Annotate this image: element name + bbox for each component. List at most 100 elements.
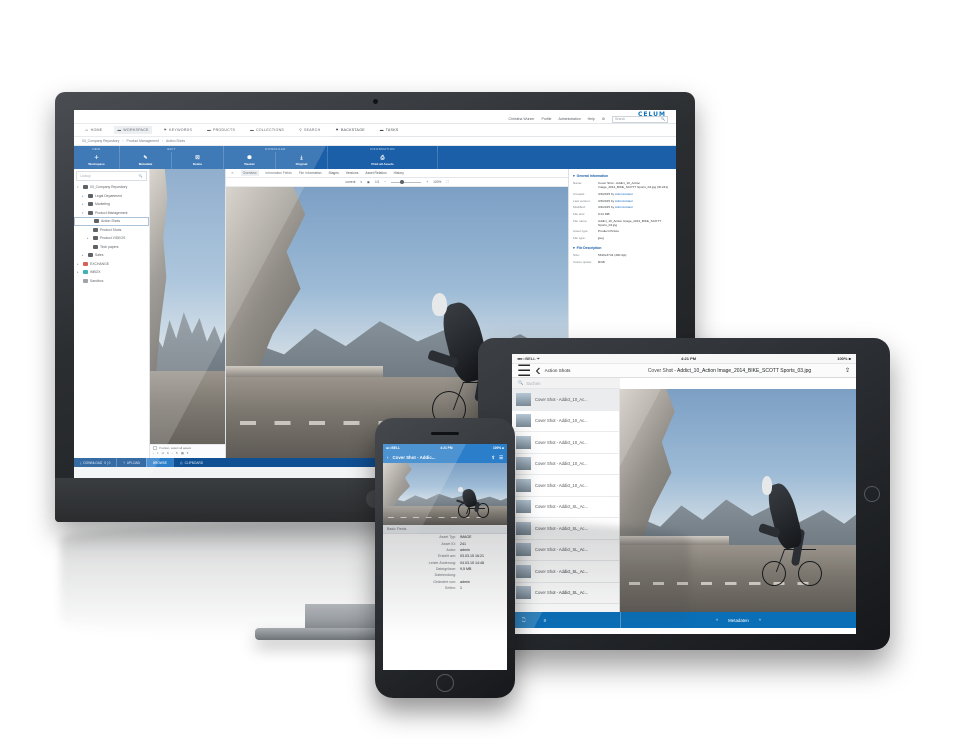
chevron-up-icon[interactable]: ^ xyxy=(716,618,718,623)
ipad-list-item[interactable]: Cover Shot - Addict_SL_Ac... xyxy=(512,497,619,518)
chevron-left-icon[interactable]: ‹ xyxy=(387,455,388,460)
sort-chevron-icon[interactable]: ▾ xyxy=(187,451,188,455)
iphone-preview-image[interactable] xyxy=(383,463,507,525)
help-menu[interactable]: Help xyxy=(588,117,595,121)
tree-node-03-company-repository[interactable]: ▾ 03_Company Repository xyxy=(74,183,149,192)
zoom-out-button[interactable]: − xyxy=(384,180,386,184)
nav-item-search[interactable]: ⚲ SEARCH xyxy=(296,126,323,134)
statusbar-clipboard[interactable]: ⎙ CLIPBOARD xyxy=(173,458,209,467)
ipad-list-item[interactable]: Cover Shot - Addict_10_Ac... xyxy=(512,475,619,497)
tree-node-product-management[interactable]: ▾ Product Management xyxy=(74,209,149,218)
statusbar-browse[interactable]: BROWSE xyxy=(145,458,174,467)
preview-tabs[interactable]: ✕ Overview Information Fields File Informat… xyxy=(226,169,568,178)
breadcrumb[interactable]: 03_Company Repository › Product Management… xyxy=(74,137,676,146)
nav-item-products[interactable]: ▬ PRODUCTS xyxy=(204,126,238,134)
refresh-icon[interactable]: ↻ xyxy=(176,451,178,455)
ribbon-button-workspace[interactable]: ＋ Workspace xyxy=(74,152,120,169)
twisty-icon[interactable]: ▸ xyxy=(82,253,86,257)
tree-node-product-shots[interactable]: Product Shots xyxy=(74,226,149,235)
grid-view-icon[interactable]: ▦ xyxy=(181,451,184,455)
desktop-main-nav[interactable]: ▭ HOME ▬ WORKSPACE ⚑ KEYWORDS ▬ PRODUCTS ▬ COLLEC… xyxy=(74,124,676,137)
close-icon[interactable]: ✕ xyxy=(231,171,234,175)
ribbon-buttons[interactable]: ＋ Workspace ✎ Metadata ☒ Delete ⛃ Basket ⤓ Origin… xyxy=(74,152,676,169)
tree-node-inbox[interactable]: ▸ INBOX xyxy=(74,268,149,277)
twisty-icon[interactable]: ▾ xyxy=(82,211,86,215)
metadata-user-link[interactable]: Administrator xyxy=(615,199,633,203)
tree-node-product-videos[interactable]: ▸ Product VIDEOS xyxy=(74,234,149,243)
asset-thumbnail[interactable] xyxy=(150,169,225,458)
nav-item-backstage[interactable]: ⚑ BACKSTAGE xyxy=(332,126,367,134)
ribbon-button-metadata[interactable]: ✎ Metadata xyxy=(120,152,172,169)
tree-node-tech-papers[interactable]: Tech papers xyxy=(74,243,149,252)
twisty-icon[interactable]: ▸ xyxy=(87,236,91,240)
ribbon-button-delete[interactable]: ☒ Delete xyxy=(172,152,224,169)
profile-menu[interactable]: Profile xyxy=(542,117,552,121)
list-icon[interactable]: ☰ xyxy=(517,361,531,381)
twisty-icon[interactable]: ▸ xyxy=(77,262,81,266)
general-information-heading[interactable]: ▾ General Information xyxy=(573,174,672,178)
tree-node-legal-department[interactable]: ▸ Legal Department xyxy=(74,192,149,201)
breadcrumb-item[interactable]: Action Shots xyxy=(166,139,185,143)
metadata-label[interactable]: Metadaten xyxy=(728,618,749,623)
tree-node-action-shots[interactable]: Action Shots xyxy=(74,217,149,226)
tree-node-exchange[interactable]: ▸ EXCHANGE xyxy=(74,260,149,269)
twisty-icon[interactable]: ▸ xyxy=(82,202,86,206)
page-prev-button[interactable]: ‹ xyxy=(153,451,154,455)
list-icon[interactable]: ☰ xyxy=(499,455,503,461)
ribbon-button-print-all-assets[interactable]: ⎙ Print all Assets xyxy=(328,152,438,169)
nav-item-keywords[interactable]: ⚑ KEYWORDS xyxy=(161,126,195,134)
nav-item-tasks[interactable]: ▬ TASKS xyxy=(377,126,402,134)
twisty-icon[interactable]: ▾ xyxy=(77,185,81,189)
ipad-list-item[interactable]: Cover Shot - Addict_10_Ac... xyxy=(512,432,619,454)
tree-lookup-input[interactable]: Lookup 🔍 xyxy=(76,171,147,181)
preview-tab-asset-relation[interactable]: Asset Relation xyxy=(365,171,386,175)
preview-toolbar[interactable]: current ▾ ▣ 1/1 − + 100% ⛶ xyxy=(226,178,568,187)
nav-item-home[interactable]: ▭ HOME xyxy=(82,126,105,134)
chevron-up-icon[interactable]: ^ xyxy=(759,618,761,623)
back-label[interactable]: Action Shots xyxy=(545,368,571,373)
preview-tab-stages[interactable]: Stages xyxy=(328,171,338,175)
preview-tab-file-information[interactable]: File Information xyxy=(299,171,322,175)
tree-node-marketing[interactable]: ▸ Marketing xyxy=(74,200,149,209)
settings-gear-icon[interactable]: ⚙ xyxy=(602,117,605,121)
ribbon-button-original[interactable]: ⤓ Original xyxy=(276,152,328,169)
file-description-heading[interactable]: ▾ File Description xyxy=(573,246,672,250)
asset-list-panel[interactable]: Cover Shot - Addict_10_Action Image_2...… xyxy=(150,169,226,458)
fit-screen-icon[interactable]: ⛶ xyxy=(446,180,448,184)
chevron-left-icon[interactable]: ‹ xyxy=(535,362,540,380)
administration-menu[interactable]: Administration xyxy=(558,117,580,121)
select-all-checkbox[interactable] xyxy=(153,446,157,450)
iphone-home-button[interactable] xyxy=(436,674,454,692)
folder-tree[interactable]: ▾ 03_Company Repository ▸ Legal Department ▸… xyxy=(74,183,149,285)
ipad-list-item[interactable]: Cover Shot - Addict_10_Ac... xyxy=(512,454,619,475)
twisty-icon[interactable]: ▸ xyxy=(77,270,81,274)
tree-node-sandbox[interactable]: Sandbox xyxy=(74,277,149,286)
ipad-home-button[interactable] xyxy=(864,486,880,502)
statusbar-download[interactable]: ⤓ DOWNLOAD 0 | 0 xyxy=(74,458,116,467)
breadcrumb-item[interactable]: Product Management xyxy=(126,139,158,143)
share-icon[interactable]: ⇪ xyxy=(491,455,495,461)
page-next-button[interactable]: › xyxy=(172,451,173,455)
version-select[interactable]: current xyxy=(345,180,355,184)
zoom-slider[interactable] xyxy=(391,179,422,184)
user-name[interactable]: Christina Wurzer xyxy=(509,117,535,121)
share-icon[interactable]: ⇪ xyxy=(839,367,856,374)
tree-node-sales[interactable]: ▸ Sales xyxy=(74,251,149,260)
metadata-user-link[interactable]: Administrator xyxy=(615,192,633,196)
breadcrumb-item[interactable]: 03_Company Repository xyxy=(82,139,119,143)
asset-list-footer[interactable]: Position, select all assets ‹ 1 of 9 › ↻… xyxy=(150,444,225,458)
preview-tab-information-fields[interactable]: Information Fields xyxy=(266,171,292,175)
preview-tab-history[interactable]: History xyxy=(394,171,404,175)
metadata-user-link[interactable]: Administrator xyxy=(615,205,633,209)
zoom-in-button[interactable]: + xyxy=(426,180,428,184)
ipad-list-item[interactable]: Cover Shot - Addict_10_Ac... xyxy=(512,411,619,432)
ribbon-button-basket[interactable]: ⛃ Basket xyxy=(224,152,276,169)
statusbar-upload[interactable]: ⤒ UPLOAD xyxy=(116,458,146,467)
twisty-icon[interactable]: ▸ xyxy=(82,194,86,198)
nav-item-collections[interactable]: ▬ COLLECTIONS xyxy=(247,126,287,134)
preview-tab-versions[interactable]: Versions xyxy=(346,171,359,175)
preview-tab-overview[interactable]: Overview xyxy=(240,170,259,176)
chevron-down-icon[interactable]: ▾ xyxy=(360,180,362,184)
nav-item-workspace[interactable]: ▬ WORKSPACE xyxy=(114,126,152,134)
ipad-list-item[interactable]: Cover Shot - Addict_10_Ac... xyxy=(512,389,619,411)
